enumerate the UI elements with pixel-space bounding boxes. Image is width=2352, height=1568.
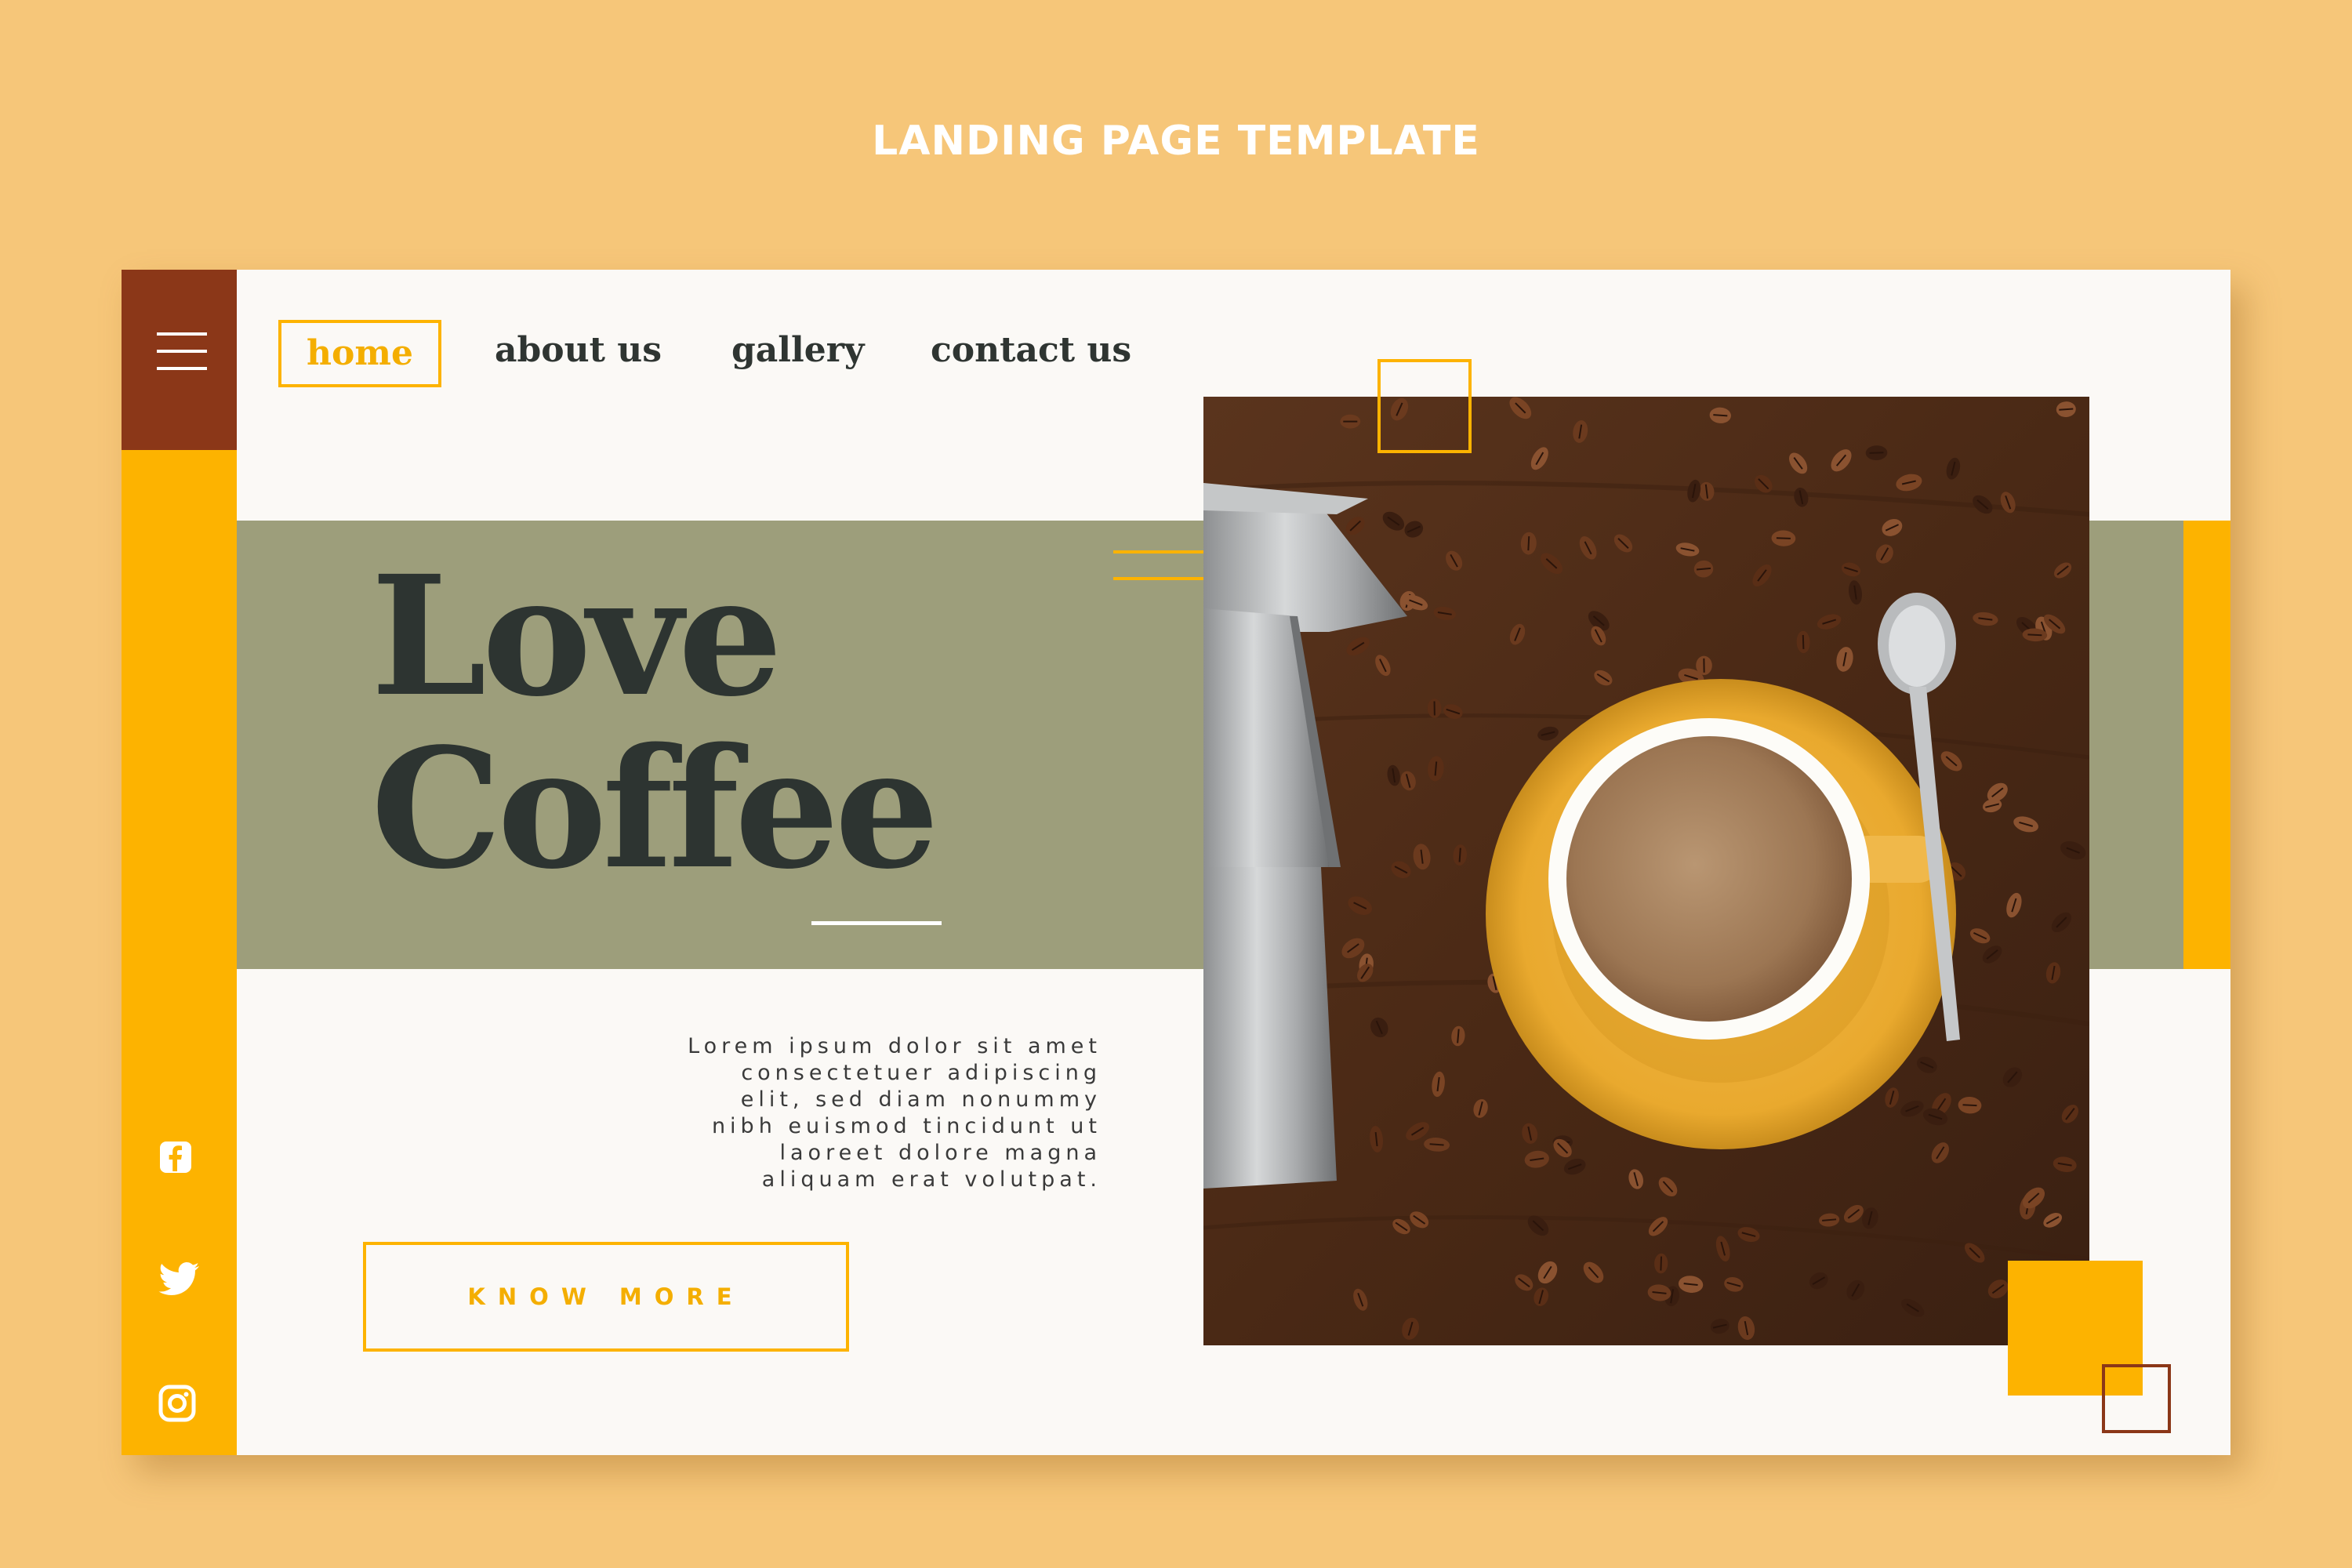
sidebar <box>122 270 237 1455</box>
page-heading: LANDING PAGE TEMPLATE <box>872 118 1480 165</box>
nav-home[interactable]: home <box>278 320 441 387</box>
title-underline <box>811 921 942 925</box>
nav-about-us[interactable]: about us <box>495 317 662 384</box>
nav-gallery[interactable]: gallery <box>731 317 864 384</box>
decorative-square-brown-outline <box>2102 1364 2171 1433</box>
menu-block <box>122 270 237 450</box>
hamburger-menu-icon[interactable] <box>157 332 207 370</box>
hero-title-line2: Coffee <box>371 712 939 906</box>
right-accent-bar <box>2183 521 2230 969</box>
hero-title: Love Coffee <box>371 539 939 906</box>
nav-contact-us[interactable]: contact us <box>931 317 1131 384</box>
hero-title-line1: Love <box>371 539 782 733</box>
landing-card: home about us gallery contact us Love Co… <box>122 270 2230 1455</box>
coffee-photo <box>1203 397 2089 1345</box>
know-more-button[interactable]: KNOW MORE <box>363 1242 849 1352</box>
decorative-square-outline <box>1377 359 1472 453</box>
hero-description: Lorem ipsum dolor sit amet consectetuer … <box>688 1034 1102 1192</box>
instagram-icon[interactable] <box>158 1385 198 1424</box>
twitter-icon[interactable] <box>158 1261 199 1301</box>
facebook-icon[interactable] <box>158 1140 198 1179</box>
